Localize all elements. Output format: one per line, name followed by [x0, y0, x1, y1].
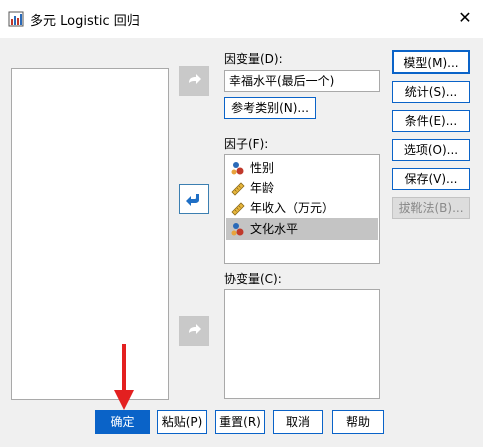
paste-button[interactable]: 粘贴(P) — [157, 410, 207, 434]
nominal-icon — [231, 162, 244, 175]
factors-label: 因子(F): — [224, 137, 269, 151]
save-button[interactable]: 保存(V)... — [392, 168, 470, 190]
cancel-button[interactable]: 取消 — [273, 410, 323, 434]
options-button[interactable]: 选项(O)... — [392, 139, 470, 161]
window-title: 多元 Logistic 回归 — [30, 14, 140, 29]
dependent-label: 因变量(D): — [224, 52, 283, 66]
source-variable-list[interactable] — [11, 68, 169, 400]
model-button[interactable]: 模型(M)... — [392, 50, 470, 74]
move-to-dependent-button[interactable] — [179, 66, 209, 96]
close-icon[interactable]: ✕ — [454, 7, 476, 29]
arrow-left-icon — [186, 194, 199, 206]
scale-ruler-icon — [231, 202, 245, 216]
app-icon — [8, 11, 24, 27]
move-to-factors-button[interactable] — [179, 184, 209, 214]
bootstrap-button: 拔靴法(B)... — [392, 197, 470, 219]
statistics-button[interactable]: 统计(S)... — [392, 81, 470, 103]
help-button[interactable]: 帮助 — [332, 410, 384, 434]
criteria-button[interactable]: 条件(E)... — [392, 110, 470, 132]
scale-ruler-icon — [231, 182, 245, 196]
move-to-covariates-button[interactable] — [179, 316, 209, 346]
factors-list[interactable]: 性别 年龄 年收入（万元） 文化水平 — [224, 154, 380, 264]
list-item-selected[interactable]: 文化水平 — [226, 218, 378, 240]
ok-button[interactable]: 确定 — [95, 410, 150, 434]
arrow-right-icon — [189, 324, 201, 334]
reset-button[interactable]: 重置(R) — [215, 410, 265, 434]
covariates-list[interactable] — [224, 289, 380, 399]
nominal-icon — [231, 223, 244, 236]
arrow-right-icon — [189, 74, 201, 84]
dependent-field[interactable]: 幸福水平(最后一个) — [224, 70, 380, 92]
red-arrow-annotation — [114, 344, 134, 410]
covariates-label: 协变量(C): — [224, 272, 282, 286]
reference-category-button[interactable]: 参考类别(N)... — [224, 97, 316, 119]
